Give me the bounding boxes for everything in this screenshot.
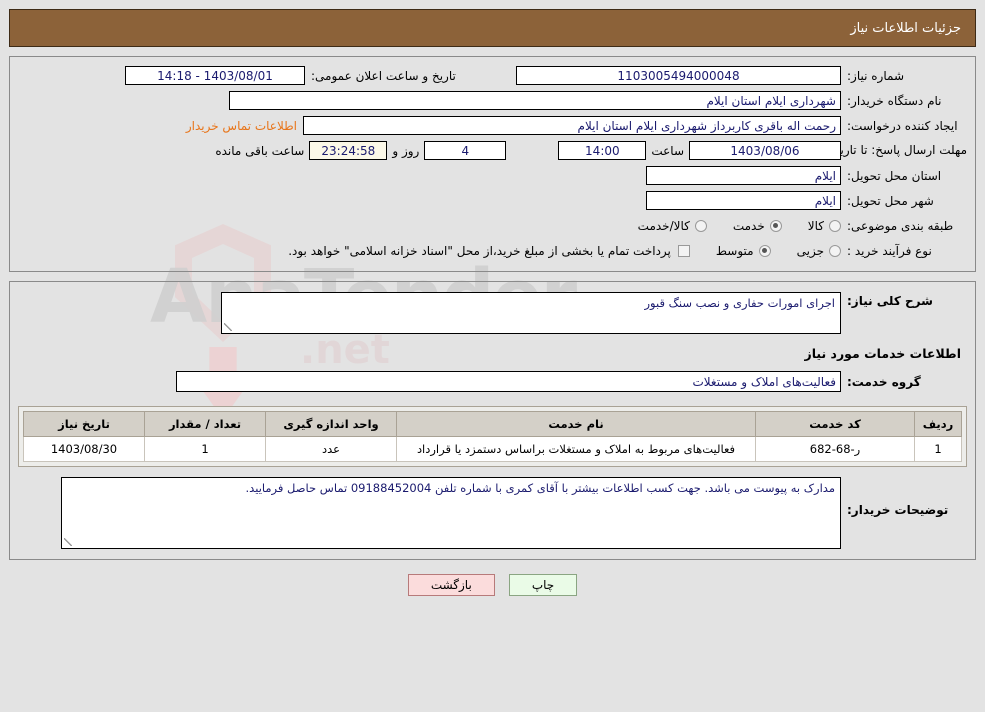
- cell-code: ر-68-682: [755, 436, 915, 462]
- category-option-kala[interactable]: کالا: [808, 219, 841, 233]
- announce-datetime-value: 14:18 - 1403/08/01: [125, 66, 305, 85]
- province-value: ایلام: [646, 166, 841, 185]
- table-row: 1 ر-68-682 فعالیت‌های مربوط به املاک و م…: [23, 436, 962, 462]
- col-radif: ردیف: [914, 411, 962, 437]
- category-radio-group: کالا خدمت کالا/خدمت: [612, 219, 841, 233]
- treasury-checkbox[interactable]: [677, 244, 690, 257]
- col-date: تاریخ نیاز: [23, 411, 145, 437]
- page-title: جزئیات اطلاعات نیاز: [850, 20, 961, 36]
- process-label: نوع فرآیند خرید :: [847, 243, 932, 258]
- cell-name: فعالیت‌های مربوط به املاک و مستغلات براس…: [396, 436, 756, 462]
- back-button[interactable]: بازگشت: [407, 574, 495, 596]
- row-need-number: شماره نیاز: 1103005494000048 تاریخ و ساع…: [18, 65, 967, 86]
- process-option-jozi[interactable]: جزیی: [797, 244, 841, 258]
- process-radio-group: جزیی متوسط: [690, 244, 841, 258]
- general-desc-label: شرح کلی نیاز:: [847, 294, 933, 308]
- creator-value: رحمت اله باقری کاربرداز شهرداری ایلام اس…: [303, 116, 841, 135]
- need-details-panel: شرح کلی نیاز: اجرای امورات حفاری و نصب س…: [9, 281, 976, 560]
- time-left-value: 23:24:58: [309, 141, 388, 160]
- row-city: شهر محل تحویل: ایلام: [18, 190, 967, 211]
- buyer-notes-textarea[interactable]: مدارک به پیوست می باشد. جهت کسب اطلاعات …: [61, 477, 841, 549]
- treasury-note: پرداخت تمام یا بخشی از مبلغ خرید،از محل …: [288, 243, 671, 258]
- cell-quantity: 1: [144, 436, 266, 462]
- province-label: استان محل تحویل:: [847, 168, 942, 183]
- row-general-desc: شرح کلی نیاز: اجرای امورات حفاری و نصب س…: [18, 292, 967, 334]
- radio-icon[interactable]: [829, 219, 841, 232]
- services-table-wrapper: ردیف کد خدمت نام خدمت واحد اندازه گیری ت…: [18, 406, 967, 467]
- category-option-label: کالا/خدمت: [637, 218, 690, 233]
- cell-unit: عدد: [265, 436, 397, 462]
- cell-date: 1403/08/30: [23, 436, 145, 462]
- row-deadline: مهلت ارسال پاسخ: تا تاریخ: 1403/08/06 سا…: [18, 140, 967, 161]
- radio-icon-selected[interactable]: [769, 219, 782, 232]
- deadline-time-value: 14:00: [558, 141, 647, 160]
- cell-radif: 1: [914, 436, 962, 462]
- service-group-value: فعالیت‌های املاک و مستغلات: [176, 371, 841, 392]
- row-buyer-org: نام دستگاه خریدار: شهرداری ایلام استان ا…: [18, 90, 967, 111]
- services-section-title: اطلاعات خدمات مورد نیاز: [804, 346, 962, 361]
- city-label: شهر محل تحویل:: [847, 193, 934, 208]
- city-value: ایلام: [646, 191, 841, 210]
- radio-icon[interactable]: [694, 219, 707, 232]
- col-code: کد خدمت: [755, 411, 915, 437]
- row-service-group: گروه خدمت: فعالیت‌های املاک و مستغلات: [18, 371, 967, 392]
- time-left-unit-label: ساعت باقی مانده: [215, 143, 305, 158]
- category-option-khedmat[interactable]: خدمت: [733, 219, 782, 233]
- creator-label: ایجاد کننده درخواست:: [847, 118, 958, 133]
- col-unit: واحد اندازه گیری: [265, 411, 397, 437]
- category-option-label: کالا: [807, 218, 824, 233]
- category-option-kala-khedmat[interactable]: کالا/خدمت: [638, 219, 707, 233]
- need-number-label: شماره نیاز:: [847, 68, 904, 83]
- category-label: طبقه بندی موضوعی:: [847, 218, 954, 233]
- table-header-row: ردیف کد خدمت نام خدمت واحد اندازه گیری ت…: [23, 411, 962, 437]
- row-province: استان محل تحویل: ایلام: [18, 165, 967, 186]
- buyer-org-value: شهرداری ایلام استان ایلام: [229, 91, 841, 110]
- days-unit-label: روز و: [392, 143, 420, 158]
- print-button[interactable]: چاپ: [508, 574, 578, 596]
- process-option-label: جزیی: [796, 243, 824, 258]
- buyer-notes-label: توضیحات خریدار:: [847, 503, 949, 517]
- buyer-contact-link[interactable]: اطلاعات تماس خریدار: [180, 119, 303, 133]
- process-option-label: متوسط: [715, 243, 754, 258]
- process-option-motavaset[interactable]: متوسط: [716, 244, 771, 258]
- row-process-type: نوع فرآیند خرید : جزیی متوسط پرداخت تمام…: [18, 240, 967, 261]
- action-bar: چاپ بازگشت: [0, 574, 985, 596]
- deadline-hour-label: ساعت: [651, 143, 684, 158]
- services-table: ردیف کد خدمت نام خدمت واحد اندازه گیری ت…: [23, 411, 962, 462]
- radio-icon[interactable]: [829, 244, 841, 257]
- days-left-value: 4: [424, 141, 507, 160]
- announce-datetime-label: تاریخ و ساعت اعلان عمومی:: [311, 68, 456, 83]
- general-desc-textarea[interactable]: اجرای امورات حفاری و نصب سنگ قبور: [221, 292, 841, 334]
- row-category: طبقه بندی موضوعی: کالا خدمت کالا/خدمت: [18, 215, 967, 236]
- radio-icon-selected[interactable]: [758, 244, 771, 257]
- service-group-label: گروه خدمت:: [847, 374, 921, 389]
- need-number-value: 1103005494000048: [516, 66, 841, 85]
- category-option-label: خدمت: [732, 218, 765, 233]
- row-creator: ایجاد کننده درخواست: رحمت اله باقری کارب…: [18, 115, 967, 136]
- page-header: جزئیات اطلاعات نیاز: [9, 9, 976, 47]
- need-summary-panel: شماره نیاز: 1103005494000048 تاریخ و ساع…: [9, 56, 976, 272]
- col-quantity: تعداد / مقدار: [144, 411, 266, 437]
- deadline-label: مهلت ارسال پاسخ: تا تاریخ:: [828, 143, 967, 157]
- deadline-date-value: 1403/08/06: [689, 141, 841, 160]
- col-name: نام خدمت: [396, 411, 756, 437]
- row-buyer-notes: توضیحات خریدار: مدارک به پیوست می باشد. …: [18, 477, 967, 549]
- buyer-org-label: نام دستگاه خریدار:: [847, 93, 942, 108]
